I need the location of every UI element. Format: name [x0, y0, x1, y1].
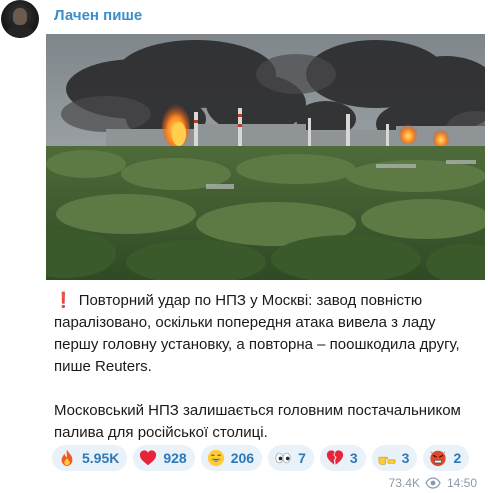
exclamation-icon: ❗	[54, 292, 73, 309]
message-page: Лачен пише ❗ Повторний удар по НПЗ у Мос…	[0, 0, 488, 493]
avatar-face	[13, 8, 27, 25]
fire-emoji-icon	[61, 449, 73, 467]
message-meta: 73.4K 14:50	[389, 476, 477, 490]
pointing-hand-emoji-icon	[378, 456, 396, 465]
reaction-fire[interactable]: 5.95K	[52, 445, 128, 471]
sender-name[interactable]: Лачен пише	[54, 7, 142, 24]
eyes-emoji-icon	[275, 452, 291, 464]
message-bubble: Лачен пише ❗ Повторний удар по НПЗ у Мос…	[46, 0, 485, 493]
reaction-count: 928	[163, 450, 187, 466]
message-photo[interactable]	[46, 34, 485, 280]
reaction-count: 3	[349, 450, 358, 466]
avatar-shoulders	[6, 25, 34, 38]
reaction-broken-heart[interactable]: 3	[319, 445, 366, 471]
reaction-count: 2	[453, 450, 462, 466]
reactions-bar: 5.95K 928 206 7 3 3 2	[52, 445, 470, 471]
reaction-count: 3	[401, 450, 410, 466]
message-paragraph-2: Московський НПЗ залишається головним пос…	[54, 402, 461, 441]
eye-icon	[425, 477, 441, 489]
reaction-count: 7	[298, 450, 306, 466]
message-paragraph-1: ❗ Повторний удар по НПЗ у Москві: завод п…	[54, 290, 474, 378]
reaction-heart[interactable]: 928	[133, 445, 195, 471]
reaction-angry[interactable]: 2	[423, 445, 470, 471]
reaction-pointing-hand[interactable]: 3	[371, 445, 418, 471]
broken-heart-emoji-icon	[326, 450, 343, 465]
reaction-count: 206	[230, 450, 255, 466]
message-time: 14:50	[446, 476, 477, 490]
channel-avatar[interactable]	[1, 0, 39, 38]
reaction-eyes[interactable]: 7	[268, 445, 314, 471]
grinning-emoji-icon	[207, 449, 224, 467]
view-count: 73.4K	[388, 476, 420, 490]
paragraph-1-text: Повторний удар по НПЗ у Москві: завод по…	[54, 292, 460, 375]
angry-emoji-icon	[430, 450, 447, 467]
heart-emoji-icon	[140, 450, 157, 466]
reaction-grinning[interactable]: 206	[200, 445, 263, 471]
reaction-count: 5.95K	[82, 450, 120, 466]
message-text: ❗ Повторний удар по НПЗ у Москві: завод п…	[54, 290, 474, 444]
